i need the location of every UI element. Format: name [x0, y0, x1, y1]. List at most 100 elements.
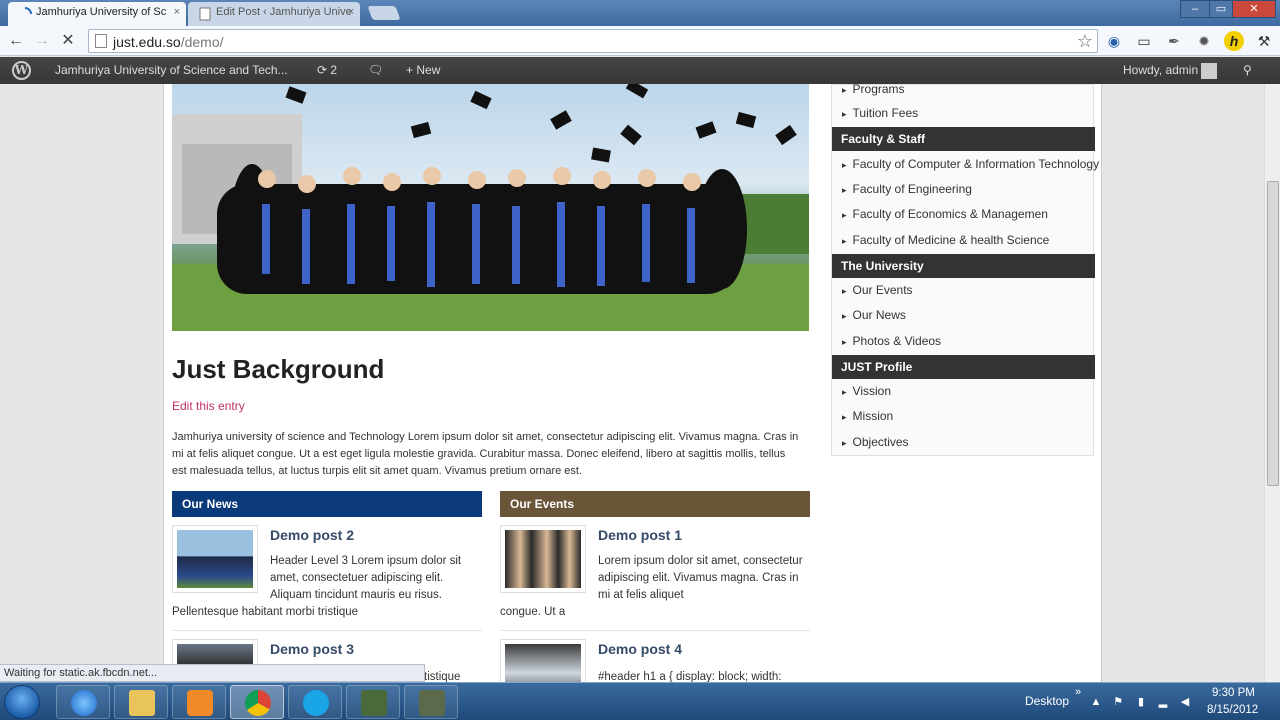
sidebar-item-mission[interactable]: Mission: [842, 409, 894, 423]
sidebar-item-programs[interactable]: Programs: [842, 84, 905, 96]
h-extension-icon[interactable]: h: [1224, 31, 1244, 51]
sidebar-heading-university: The University: [832, 254, 1095, 278]
explorer-taskbar-button[interactable]: [114, 685, 168, 719]
tab-edit-post[interactable]: Edit Post ‹ Jamhuriya Unive ×: [188, 2, 360, 26]
clock-time[interactable]: 9:30 PM: [1212, 687, 1255, 699]
chrome-icon: [245, 690, 271, 716]
browser-tabstrip: Jamhuriya University of Sc × Edit Post ‹…: [0, 0, 1280, 26]
new-tab-button[interactable]: [367, 6, 401, 20]
sidebar-item-tuition-fees[interactable]: Tuition Fees: [842, 106, 919, 120]
internet-explorer-taskbar-button[interactable]: [56, 685, 110, 719]
post-excerpt: Lorem ipsum dolor sit amet, consectetur …: [598, 555, 803, 601]
sidebar-item-medicine[interactable]: Faculty of Medicine & health Science: [842, 233, 1050, 247]
sidebar-item-vission[interactable]: Vission: [842, 384, 891, 398]
sidebar-item-our-events[interactable]: Our Events: [842, 283, 913, 297]
back-arrow-icon[interactable]: ←: [6, 31, 26, 51]
events-post: Demo post 1 Lorem ipsum dolor sit amet, …: [500, 525, 810, 625]
sidebar-item-photos-videos[interactable]: Photos & Videos: [842, 334, 942, 348]
network-signal-icon[interactable]: ▂: [1156, 695, 1170, 709]
post-body: Jamhuriya university of science and Tech…: [172, 431, 799, 477]
close-tab-icon[interactable]: ×: [348, 6, 354, 18]
app-icon: [419, 690, 445, 716]
edit-entry-link[interactable]: Edit this entry: [172, 399, 245, 413]
tab-active[interactable]: Jamhuriya University of Sc ×: [8, 2, 186, 26]
tab-label: Jamhuriya University of Sc: [36, 6, 167, 18]
url-text: just.edu.so/demo/: [113, 34, 224, 50]
sidebar-heading-just-profile: JUST Profile: [832, 355, 1095, 379]
eyedropper-extension-icon[interactable]: ✒: [1164, 31, 1184, 51]
wrench-menu-icon[interactable]: ⚒: [1254, 31, 1274, 51]
stop-loading-icon[interactable]: ✕: [58, 31, 78, 51]
sidebar-item-objectives[interactable]: Objectives: [842, 435, 909, 449]
comments-icon[interactable]: 🗨: [368, 57, 383, 84]
forward-arrow-icon[interactable]: →: [32, 31, 52, 51]
app-taskbar-button[interactable]: [404, 685, 458, 719]
sidebar-item-economics[interactable]: Faculty of Economics & Managemen: [842, 207, 1048, 221]
our-news-heading: Our News: [172, 491, 482, 517]
updates-count: 2: [330, 63, 338, 77]
updates-link[interactable]: ⟳ 2: [317, 57, 337, 84]
post-thumbnail[interactable]: [172, 525, 258, 593]
sidebar-heading-faculty-staff: Faculty & Staff: [832, 127, 1095, 151]
post-thumbnail[interactable]: [500, 639, 586, 682]
close-window-button[interactable]: ✕: [1232, 0, 1276, 18]
restore-button[interactable]: ▭: [1209, 0, 1233, 18]
close-tab-icon[interactable]: ×: [174, 6, 180, 18]
new-content-link[interactable]: + New: [406, 57, 440, 84]
app-taskbar-button[interactable]: [346, 685, 400, 719]
page-title: Just Background: [172, 354, 385, 384]
chrome-taskbar-button[interactable]: [230, 685, 284, 719]
desktop-toolbar-label[interactable]: Desktop: [1025, 694, 1069, 708]
divider: [172, 630, 482, 631]
folder-icon: [129, 690, 155, 716]
windows-taskbar: Desktop » ▲ ⚑ ▮ ▂ ◀ 9:30 PM 8/15/2012: [0, 682, 1280, 720]
app-icon: [361, 690, 387, 716]
volume-icon[interactable]: ◀: [1178, 695, 1192, 709]
sidebar-item-engineering[interactable]: Faculty of Engineering: [842, 182, 972, 196]
site-name-link[interactable]: Jamhuriya University of Science and Tech…: [55, 57, 288, 84]
scrollbar-thumb[interactable]: [1267, 181, 1279, 486]
skype-icon: [303, 690, 329, 716]
post-thumbnail[interactable]: [500, 525, 586, 593]
bug-extension-icon[interactable]: ✹: [1194, 31, 1214, 51]
media-player-taskbar-button[interactable]: [172, 685, 226, 719]
action-center-flag-icon[interactable]: ⚑: [1111, 695, 1125, 709]
events-post: Demo post 4 #header h1 a { display: bloc…: [500, 639, 810, 682]
post-title-link[interactable]: Demo post 4: [598, 641, 682, 657]
sidebar: Programs Tuition Fees Faculty & Staff Fa…: [831, 84, 1099, 456]
post-title-link[interactable]: Demo post 1: [598, 527, 682, 543]
post-excerpt-tail: tistique: [424, 671, 461, 682]
bookmark-star-icon[interactable]: ☆: [1077, 31, 1093, 52]
start-button[interactable]: [4, 685, 40, 719]
our-events-heading: Our Events: [500, 491, 810, 517]
sidebar-item-computer-it[interactable]: Faculty of Computer & Information Techno…: [842, 157, 1100, 171]
status-bubble: Waiting for static.ak.fbcdn.net...: [0, 664, 425, 682]
skype-taskbar-button[interactable]: [288, 685, 342, 719]
wordpress-logo-icon[interactable]: W: [12, 61, 31, 80]
tab-label: Edit Post ‹ Jamhuriya Unive: [216, 6, 352, 18]
clock-date[interactable]: 8/15/2012: [1207, 704, 1258, 716]
graduation-photo: [172, 84, 809, 331]
my-account-link[interactable]: Howdy, admin: [1123, 57, 1218, 84]
battery-icon[interactable]: ▮: [1134, 695, 1148, 709]
media-player-icon: [187, 690, 213, 716]
search-icon[interactable]: ⚲: [1243, 57, 1252, 84]
window-extension-icon[interactable]: ▭: [1134, 31, 1154, 51]
post-excerpt: Header Level 3 Lorem ipsum dolor sit ame…: [270, 555, 462, 601]
page-scrollbar[interactable]: [1264, 84, 1280, 682]
post-title-link[interactable]: Demo post 2: [270, 527, 354, 543]
page-icon: [199, 7, 211, 21]
chevron-right-icon[interactable]: »: [1071, 685, 1085, 699]
address-bar[interactable]: just.edu.so/demo/ ☆: [88, 29, 1098, 53]
sidebar-item-our-news[interactable]: Our News: [842, 308, 906, 322]
post-title-link[interactable]: Demo post 3: [270, 641, 354, 657]
page-icon: [95, 34, 107, 48]
show-hidden-icons-icon[interactable]: ▲: [1089, 695, 1103, 709]
browser-toolbar: ← → ✕ just.edu.so/demo/ ☆ ◉ ▭ ✒ ✹ h ⚒: [0, 26, 1280, 56]
news-post: Demo post 2 Header Level 3 Lorem ipsum d…: [172, 525, 482, 625]
globe-extension-icon[interactable]: ◉: [1104, 31, 1124, 51]
loading-spinner-icon: [24, 7, 32, 15]
avatar: [1201, 62, 1218, 79]
page-content: Just Background Edit this entry Jamhuriy…: [163, 84, 1102, 682]
minimize-button[interactable]: –: [1180, 0, 1210, 18]
